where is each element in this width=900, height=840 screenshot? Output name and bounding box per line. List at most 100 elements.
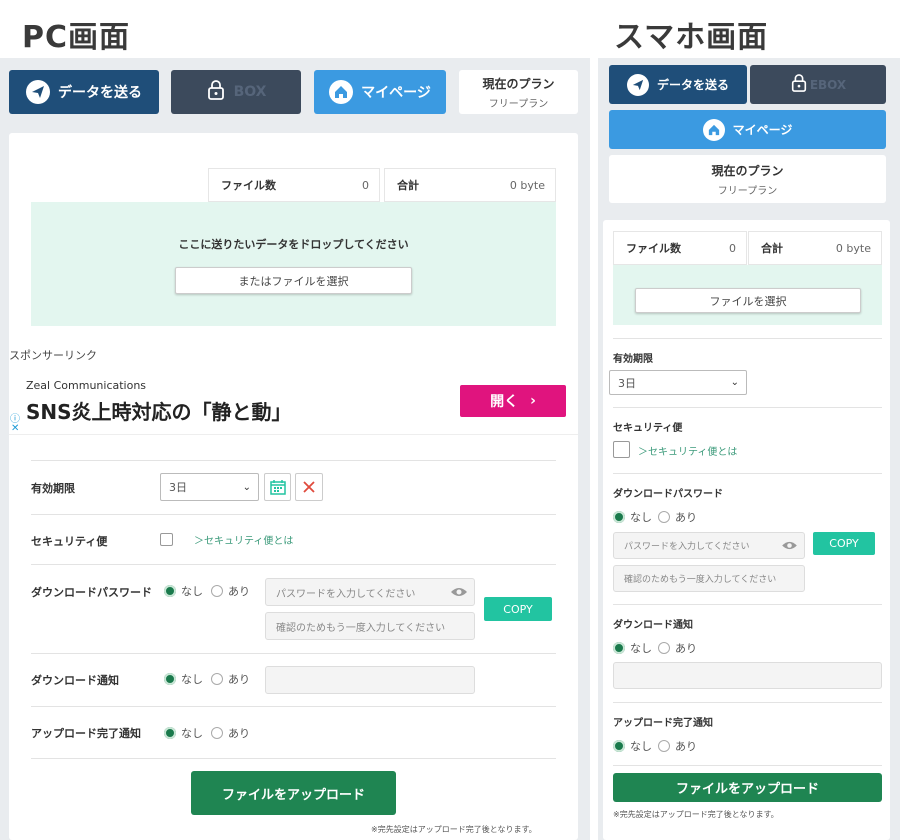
security-checkbox[interactable] [160,533,173,546]
sp-upload-notify-label: アップロード完了通知 [613,718,713,729]
total-size-value: 0 byte [509,178,545,192]
mypage-button[interactable]: マイページ [314,70,446,114]
box-button[interactable]: BOX [171,70,301,114]
password-input[interactable]: パスワードを入力してください [265,578,475,606]
upload-note: ※完先設定はアップロード完了後となります。 [371,825,537,834]
sp-upload-notify-yes-radio[interactable]: あり [658,738,697,754]
password-yes-label: あり [228,585,250,598]
calendar-icon [269,480,286,495]
password-yes-radio[interactable]: あり [211,583,250,599]
sp-current-plan-box: 現在のプラン フリープラン [609,155,886,203]
eye-icon[interactable] [450,586,468,598]
sp-password-input[interactable]: パスワードを入力してください [613,532,805,559]
sp-select-file-button[interactable]: ファイルを選択 [635,288,861,313]
password-placeholder: パスワードを入力してください [276,588,416,600]
divider [613,407,882,408]
lock-icon [790,73,808,96]
sp-copy-button[interactable]: COPY [813,532,875,555]
sp-box-button[interactable]: EBOX [750,65,886,104]
lock-icon [206,79,226,105]
radio-selected [613,642,625,654]
radio-selected [613,511,625,523]
password-confirm-input[interactable]: 確認のためもう一度入力してください [265,612,475,640]
sp-upload-note: ※完先設定はアップロード完了後となります。 [613,810,779,819]
sp-total-size-label: 合計 [761,242,783,255]
sp-total-size-box: 合計 0 byte [748,231,882,265]
password-confirm-placeholder: 確認のためもう一度入力してください [276,622,446,634]
pc-heading: PC画面 [22,20,131,55]
sp-upload-notify-none-radio[interactable]: なし [613,738,652,754]
calendar-button[interactable] [264,473,291,501]
clear-date-button[interactable] [295,473,323,501]
sponsor-label: スポンサーリンク [9,349,97,362]
sp-password-confirm-placeholder: 確認のためもう一度入力してください [624,575,777,585]
download-notify-input[interactable] [265,666,475,694]
sp-download-notify-yes-radio[interactable]: あり [658,640,697,656]
box-label: BOX [233,84,267,100]
sp-security-info-link[interactable]: ＞セキュリティ便とは [638,443,737,458]
sp-password-confirm-input[interactable]: 確認のためもう一度入力してください [613,565,805,592]
sp-password-none-radio[interactable]: なし [613,509,652,525]
security-label: セキュリティ便 [31,535,108,548]
sp-security-checkbox[interactable] [613,441,630,458]
sp-download-notify-none-radio[interactable]: なし [613,640,652,656]
sp-password-placeholder: パスワードを入力してください [624,542,750,552]
plan-title: 現在のプラン [482,76,555,91]
sp-file-count-box: ファイル数 0 [613,231,747,265]
divider [31,514,556,515]
upload-notify-none-radio[interactable]: なし [164,725,203,741]
sp-mypage-button[interactable]: マイページ [609,110,886,149]
expiry-select[interactable]: 3日 ⌄ [160,473,259,501]
paper-plane-icon [26,80,50,104]
sp-download-notify-label: ダウンロード通知 [613,620,693,631]
sp-download-notify-input[interactable] [613,662,882,689]
drop-zone[interactable] [31,202,556,326]
drop-zone-message: ここに送りたいデータをドロップしてください [178,238,409,251]
upload-notify-label: アップロード完了通知 [31,727,141,740]
total-size-box: 合計 0 byte [384,168,556,202]
password-none-radio[interactable]: なし [164,583,203,599]
copy-button[interactable]: COPY [484,597,552,621]
chevron-down-icon: ⌄ [730,377,739,388]
password-none-label: なし [181,585,203,598]
ad-close-icon[interactable]: ✕ [11,423,19,434]
ad-headline[interactable]: SNS炎上時対応の「静と動」 [26,396,292,425]
sp-mypage-label: マイページ [732,123,793,137]
ad-open-label: 開く [490,394,519,410]
file-count-box: ファイル数 0 [208,168,380,202]
upload-button[interactable]: ファイルをアップロード [191,771,396,815]
divider [31,460,556,461]
chevron-right-icon: › [530,393,536,409]
sp-security-label: セキュリティ便 [613,423,683,434]
radio-unselected [211,585,223,597]
sp-send-data-button[interactable]: データを送る [609,65,747,104]
download-notify-yes-radio[interactable]: あり [211,671,250,687]
sp-upload-notify-none-label: なし [630,740,652,753]
sp-file-count-value: 0 [729,241,736,255]
sp-upload-button[interactable]: ファイルをアップロード [613,773,882,802]
radio-unselected [658,511,670,523]
security-info-link[interactable]: ＞セキュリティ便とは [194,532,293,547]
sp-expiry-select[interactable]: 3日 ⌄ [609,370,747,395]
mypage-label: マイページ [361,85,431,101]
download-notify-none-radio[interactable]: なし [164,671,203,687]
sp-password-label: ダウンロードパスワード [613,489,723,500]
sp-upload-notify-yes-label: あり [675,740,697,753]
paper-plane-icon [626,73,649,96]
upload-notify-yes-radio[interactable]: あり [211,725,250,741]
radio-selected [164,727,176,739]
ad-open-button[interactable]: 開く › [460,385,566,417]
eye-icon[interactable] [781,540,798,551]
home-icon [702,118,725,141]
divider [613,702,882,703]
download-notify-none-label: なし [181,673,203,686]
divider [613,473,882,474]
radio-unselected [211,727,223,739]
expiry-label: 有効期限 [31,482,75,495]
sp-password-yes-radio[interactable]: あり [658,509,697,525]
send-data-button[interactable]: データを送る [9,70,159,114]
expiry-value: 3日 [169,481,187,494]
sp-expiry-label: 有効期限 [613,354,653,365]
sp-expiry-value: 3日 [618,376,636,390]
select-file-button[interactable]: またはファイルを選択 [175,267,412,294]
